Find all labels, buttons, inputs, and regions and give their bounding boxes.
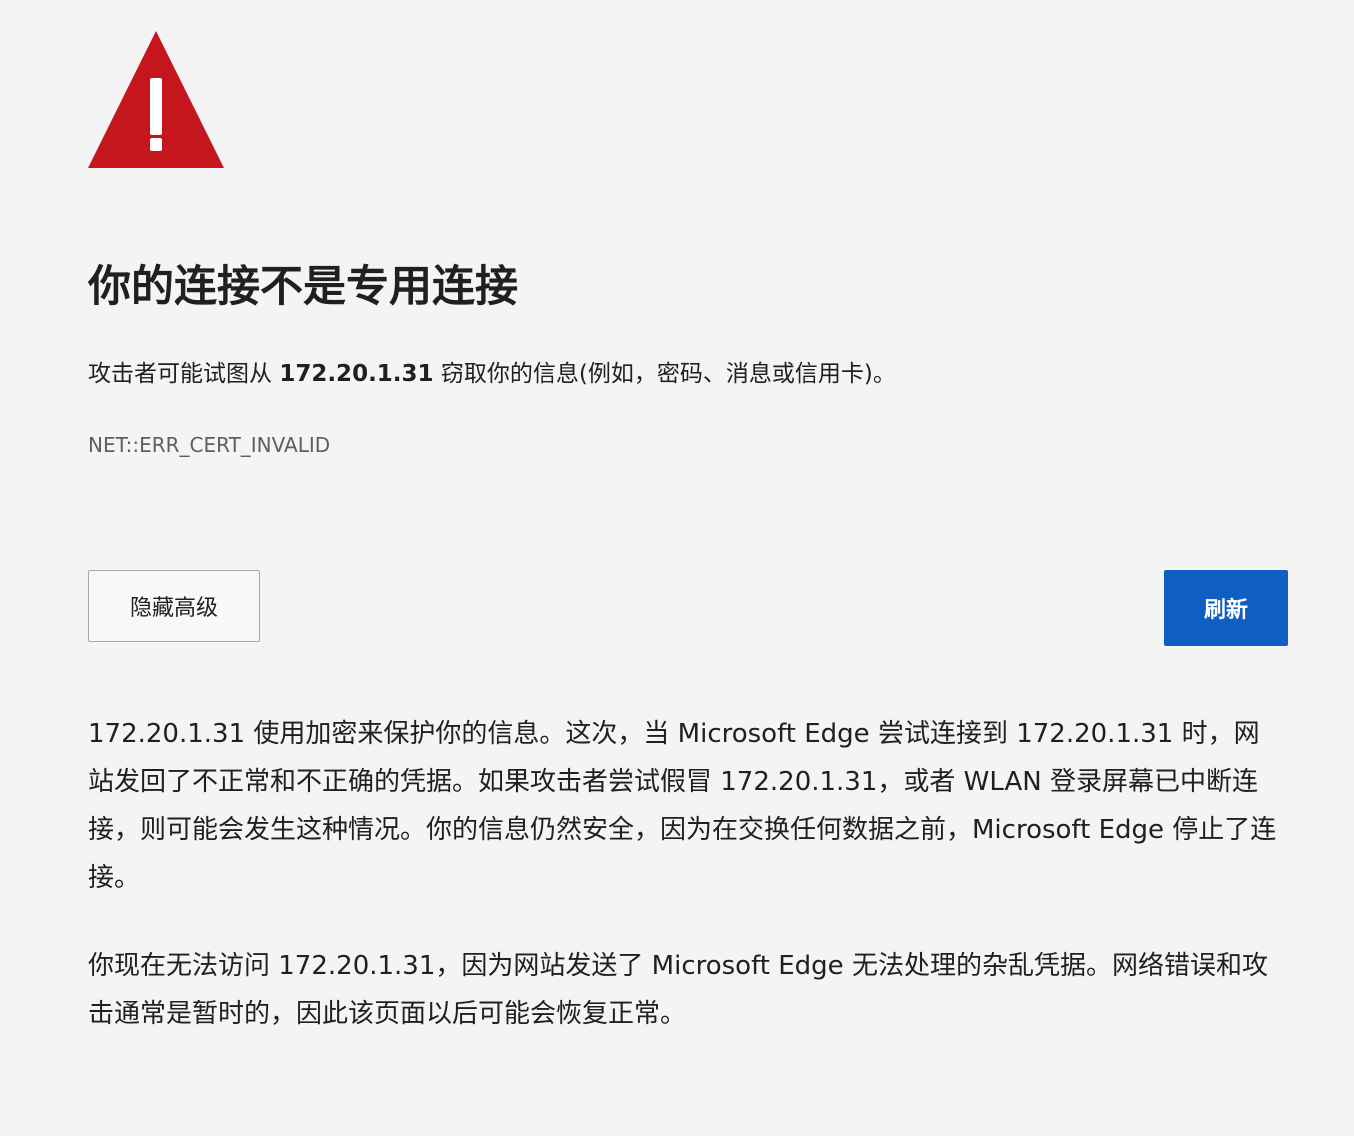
- summary-host: 172.20.1.31: [279, 361, 434, 387]
- advanced-details: 172.20.1.31 使用加密来保护你的信息。这次，当 Microsoft E…: [88, 710, 1284, 1078]
- page-title: 你的连接不是专用连接: [88, 262, 518, 312]
- summary-prefix: 攻击者可能试图从: [88, 361, 280, 387]
- error-page: 你的连接不是专用连接 攻击者可能试图从 172.20.1.31 窃取你的信息(例…: [88, 0, 1288, 1136]
- refresh-button[interactable]: 刷新: [1164, 570, 1288, 646]
- summary-suffix: 窃取你的信息(例如，密码、消息或信用卡)。: [433, 361, 896, 387]
- warning-triangle-icon: [88, 31, 224, 168]
- details-paragraph-1: 172.20.1.31 使用加密来保护你的信息。这次，当 Microsoft E…: [88, 719, 1277, 893]
- hide-advanced-button[interactable]: 隐藏高级: [88, 570, 260, 642]
- error-code: NET::ERR_CERT_INVALID: [88, 433, 331, 457]
- summary-text: 攻击者可能试图从 172.20.1.31 窃取你的信息(例如，密码、消息或信用卡…: [88, 356, 896, 392]
- details-paragraph-2: 你现在无法访问 172.20.1.31，因为网站发送了 Microsoft Ed…: [88, 951, 1268, 1029]
